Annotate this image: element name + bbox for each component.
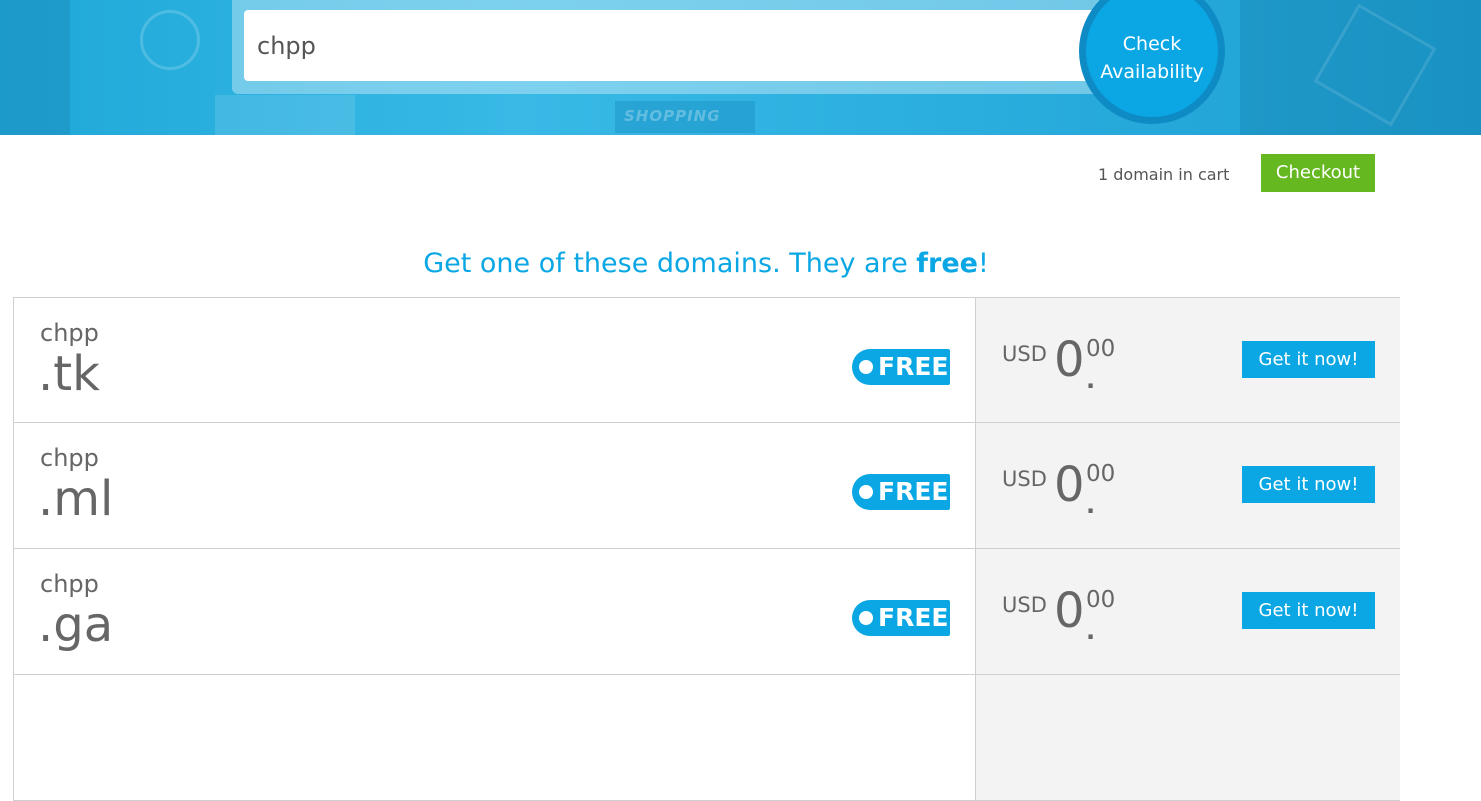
free-badge: FREE [852, 349, 950, 385]
domain-info-cell: chpp .ml FREE [14, 423, 975, 548]
price-currency: USD [1002, 467, 1047, 491]
price-cell: USD 0 . 00 Get it now! [975, 423, 1400, 548]
price-currency: USD [1002, 342, 1047, 366]
price-integer: 0 [1054, 457, 1085, 513]
free-domains-headline: Get one of these domains. They are free! [0, 248, 1412, 279]
check-label-line2: Availability [1100, 60, 1204, 83]
checkout-button[interactable]: Checkout [1261, 154, 1375, 192]
price-currency: USD [1002, 593, 1047, 617]
domain-tld: .tk [38, 346, 100, 402]
price-separator: . [1086, 366, 1096, 394]
free-badge: FREE [852, 600, 950, 636]
free-badge-label: FREE [878, 477, 949, 506]
domain-info-cell: chpp .tk FREE [14, 298, 975, 422]
headline-text: Get one of these domains. They are [423, 248, 917, 279]
domain-search-input[interactable] [244, 10, 1104, 81]
banner-photo-ornament [140, 10, 200, 70]
price-integer: 0 [1054, 332, 1085, 388]
price-integer: 0 [1054, 583, 1085, 639]
cart-count-text: 1 domain in cart [1098, 165, 1230, 184]
free-badge-label: FREE [878, 352, 949, 381]
headline-free-word: free [916, 248, 978, 279]
domain-tld: .ga [38, 597, 114, 653]
banner-shopping-text: SHOPPING [624, 107, 721, 125]
domain-name: chpp [40, 319, 99, 347]
price-separator: . [1086, 491, 1096, 519]
get-it-now-button[interactable]: Get it now! [1242, 341, 1375, 378]
get-it-now-button[interactable]: Get it now! [1242, 466, 1375, 503]
domain-name: chpp [40, 570, 99, 598]
domain-result-row: chpp .ml FREE USD 0 . 00 Get it now! [13, 423, 1400, 549]
domain-name: chpp [40, 444, 99, 472]
badge-dot-icon [859, 360, 873, 374]
price-cell: USD 0 . 00 Get it now! [975, 298, 1400, 422]
badge-dot-icon [859, 485, 873, 499]
headline-exclaim: ! [977, 248, 989, 279]
domain-result-row: chpp .tk FREE USD 0 . 00 Get it now! [13, 297, 1400, 423]
domain-result-row: chpp .ga FREE USD 0 . 00 Get it now! [13, 549, 1400, 675]
free-badge-label: FREE [878, 603, 949, 632]
price-cell: USD 0 . 00 Get it now! [975, 549, 1400, 674]
price-decimal: 00 [1086, 461, 1116, 487]
domain-results-list: chpp .tk FREE USD 0 . 00 Get it now! chp… [13, 297, 1400, 801]
banner-photo-sign [215, 95, 355, 135]
badge-dot-icon [859, 611, 873, 625]
banner-photo-shade [0, 0, 70, 135]
check-label-line1: Check [1122, 32, 1182, 55]
price-decimal: 00 [1086, 336, 1116, 362]
price-separator: . [1086, 617, 1096, 645]
domain-tld: .ml [38, 471, 114, 527]
price-decimal: 00 [1086, 587, 1116, 613]
free-badge: FREE [852, 474, 950, 510]
get-it-now-button[interactable]: Get it now! [1242, 592, 1375, 629]
domain-info-cell: chpp .ga FREE [14, 549, 975, 674]
